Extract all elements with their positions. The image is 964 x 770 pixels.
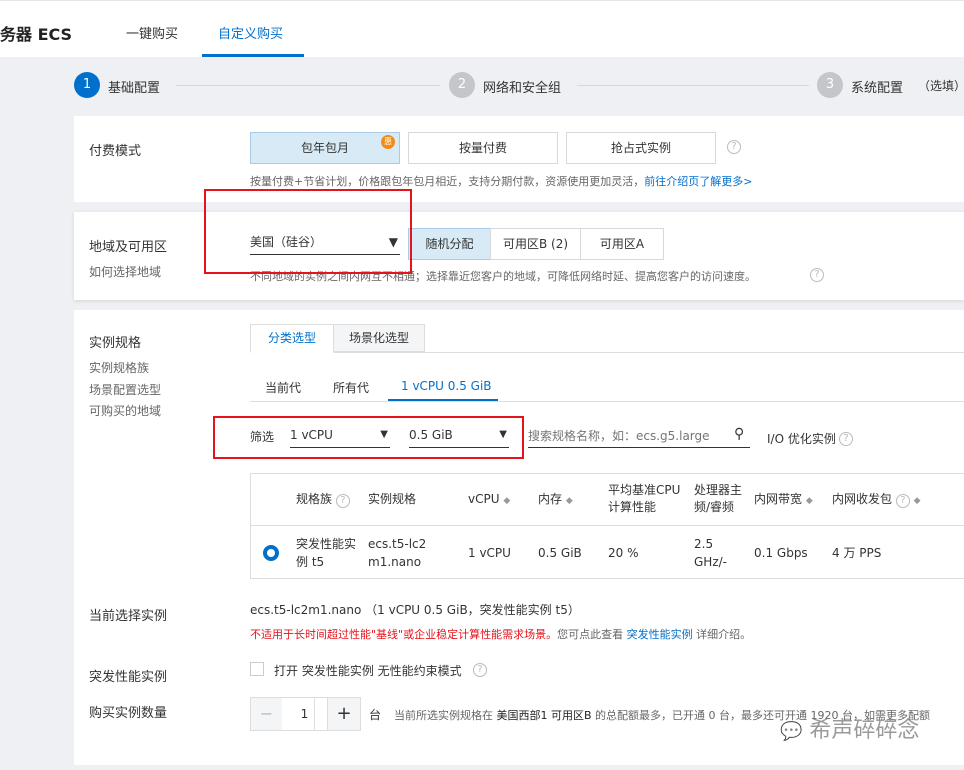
quantity-label: 购买实例数量 bbox=[89, 706, 168, 721]
help-icon[interactable]: ? bbox=[335, 494, 350, 508]
tab-category[interactable]: 分类选型 bbox=[250, 324, 334, 353]
active-tab-indicator bbox=[202, 54, 304, 57]
sort-icon[interactable]: ◆ bbox=[503, 496, 510, 506]
region-label: 地域及可用区 bbox=[89, 240, 168, 255]
current-instance-note: 不适用于长时间超过性能"基线"或企业稳定计算性能需求场景。您可点此查看 突发性能… bbox=[250, 626, 751, 642]
learn-more-link[interactable]: 前往介绍页了解更多> bbox=[644, 175, 752, 188]
col-bandwidth[interactable]: 内网带宽 ◆ bbox=[754, 491, 813, 510]
note-text: 您可点此查看 bbox=[557, 628, 627, 641]
discount-badge: 惠 bbox=[381, 135, 395, 149]
current-instance-value: ecs.t5-lc2m1.nano （1 vCPU 0.5 GiB，突发性能实例… bbox=[250, 603, 580, 617]
note-text: 详细介绍。 bbox=[692, 628, 752, 641]
col-family-label: 规格族 bbox=[296, 492, 333, 506]
quota-region: 美国西部1 可用区B bbox=[496, 709, 592, 722]
quota-hint-text: 当前所选实例规格在 bbox=[394, 709, 497, 722]
scenario-link[interactable]: 场景配置选型 bbox=[89, 381, 161, 398]
cell-pps: 4 万 PPS bbox=[832, 546, 882, 560]
tab-current-gen[interactable]: 当前代 bbox=[265, 379, 301, 396]
col-memory[interactable]: 内存 ◆ bbox=[538, 491, 573, 510]
col-family: 规格族 ? bbox=[296, 491, 350, 508]
tab-quick-buy[interactable]: 一键购买 bbox=[126, 23, 178, 42]
spec-family-link[interactable]: 实例规格族 bbox=[89, 359, 149, 376]
tab-filter-result[interactable]: 1 vCPU 0.5 GiB bbox=[401, 379, 492, 393]
step-divider bbox=[176, 85, 440, 86]
sort-icon[interactable]: ◆ bbox=[914, 496, 921, 506]
col-vcpu-label: vCPU bbox=[468, 492, 500, 506]
billing-spot-button[interactable]: 抢占式实例 bbox=[566, 132, 716, 164]
spec-label: 实例规格 bbox=[89, 336, 142, 351]
cell-frequency: 2.5 GHz/- bbox=[694, 537, 727, 569]
help-icon[interactable]: ? bbox=[810, 268, 824, 282]
cell-memory: 0.5 GiB bbox=[538, 546, 582, 560]
io-optimized-label: I/O 优化实例 bbox=[767, 432, 836, 446]
col-vcpu[interactable]: vCPU ◆ bbox=[468, 491, 510, 510]
billing-subscription-button[interactable]: 包年包月 bbox=[250, 132, 400, 164]
col-bandwidth-label: 内网带宽 bbox=[754, 492, 803, 506]
unlimited-mode-label: 打开 突发性能实例 无性能约束模式 bbox=[274, 664, 462, 678]
billing-hint-text: 按量付费+节省计划，价格跟包年包月相近，支持分期付款，资源使用更加灵活， bbox=[250, 175, 645, 188]
billing-label: 付费模式 bbox=[89, 144, 142, 159]
step-3-label[interactable]: 系统配置 bbox=[851, 77, 903, 96]
page-title: 务器 ECS bbox=[0, 25, 73, 44]
watermark: 💬 希声碎碎念 bbox=[780, 712, 919, 744]
watermark-text: 希声碎碎念 bbox=[809, 718, 920, 743]
step-divider bbox=[577, 85, 809, 86]
decrement-button[interactable]: − bbox=[251, 698, 282, 730]
tab-all-gen[interactable]: 所有代 bbox=[333, 379, 369, 396]
help-icon[interactable]: ? bbox=[727, 140, 741, 154]
col-frequency: 处理器主频/睿频 bbox=[694, 483, 743, 514]
step-2-icon: 2 bbox=[449, 72, 475, 98]
warning-text: 不适用于长时间超过性能"基线"或企业稳定计算性能需求场景。 bbox=[250, 628, 558, 641]
tab-custom-buy[interactable]: 自定义购买 bbox=[218, 23, 283, 42]
how-to-choose-region-link[interactable]: 如何选择地域 bbox=[89, 263, 161, 280]
available-regions-link[interactable]: 可购买的地域 bbox=[89, 402, 161, 419]
search-icon[interactable]: ⚲ bbox=[734, 426, 744, 442]
highlight-box bbox=[204, 189, 412, 274]
unlimited-mode-checkbox[interactable] bbox=[250, 662, 264, 676]
divider bbox=[250, 401, 964, 402]
quantity-unit: 台 bbox=[369, 708, 382, 722]
active-tab-indicator bbox=[388, 399, 498, 401]
billing-payg-button[interactable]: 按量付费 bbox=[408, 132, 558, 164]
col-pps[interactable]: 内网收发包 ? ◆ bbox=[832, 491, 921, 510]
col-pps-label: 内网收发包 bbox=[832, 492, 893, 506]
step-2-label[interactable]: 网络和安全组 bbox=[483, 77, 561, 96]
col-spec: 实例规格 bbox=[368, 492, 417, 506]
increment-button[interactable]: + bbox=[327, 697, 361, 731]
divider bbox=[250, 525, 964, 526]
help-icon[interactable]: ? bbox=[839, 432, 853, 446]
sort-icon[interactable]: ◆ bbox=[806, 496, 813, 506]
row-radio[interactable] bbox=[263, 545, 279, 561]
highlight-box bbox=[213, 416, 524, 459]
cell-vcpu: 1 vCPU bbox=[468, 546, 511, 560]
help-icon[interactable]: ? bbox=[473, 663, 487, 677]
zone-b-button[interactable]: 可用区B (2) bbox=[490, 228, 581, 260]
step-3-note: （选填） bbox=[918, 79, 964, 93]
spec-search-input[interactable] bbox=[528, 424, 750, 448]
step-1-icon: 1 bbox=[74, 72, 100, 98]
col-memory-label: 内存 bbox=[538, 492, 563, 506]
cell-bandwidth: 0.1 Gbps bbox=[754, 546, 808, 560]
chat-bubble-icon: 💬 bbox=[780, 721, 803, 742]
quantity-input[interactable]: 1 bbox=[282, 698, 327, 730]
help-icon[interactable]: ? bbox=[895, 494, 910, 508]
cell-family: 突发性能实例 t5 bbox=[296, 537, 357, 569]
current-instance-label: 当前选择实例 bbox=[89, 609, 168, 624]
zone-random-button[interactable]: 随机分配 bbox=[408, 228, 491, 260]
burst-instance-link[interactable]: 突发性能实例 bbox=[627, 628, 693, 641]
zone-a-button[interactable]: 可用区A bbox=[580, 228, 664, 260]
sort-icon[interactable]: ◆ bbox=[566, 496, 573, 506]
top-header: 务器 ECS 一键购买 自定义购买 bbox=[0, 0, 964, 57]
col-baseline: 平均基准CPU计算性能 bbox=[608, 483, 681, 514]
step-3-icon: 3 bbox=[817, 72, 843, 98]
burst-label: 突发性能实例 bbox=[89, 670, 168, 685]
billing-hint: 按量付费+节省计划，价格跟包年包月相近，支持分期付款，资源使用更加灵活，前往介绍… bbox=[250, 173, 752, 189]
cell-baseline: 20 % bbox=[608, 546, 639, 560]
tab-scenario[interactable]: 场景化选型 bbox=[333, 324, 425, 352]
divider bbox=[250, 352, 964, 353]
step-1-label[interactable]: 基础配置 bbox=[108, 77, 160, 96]
cell-spec: ecs.t5-lc2m1.nano bbox=[368, 537, 427, 569]
